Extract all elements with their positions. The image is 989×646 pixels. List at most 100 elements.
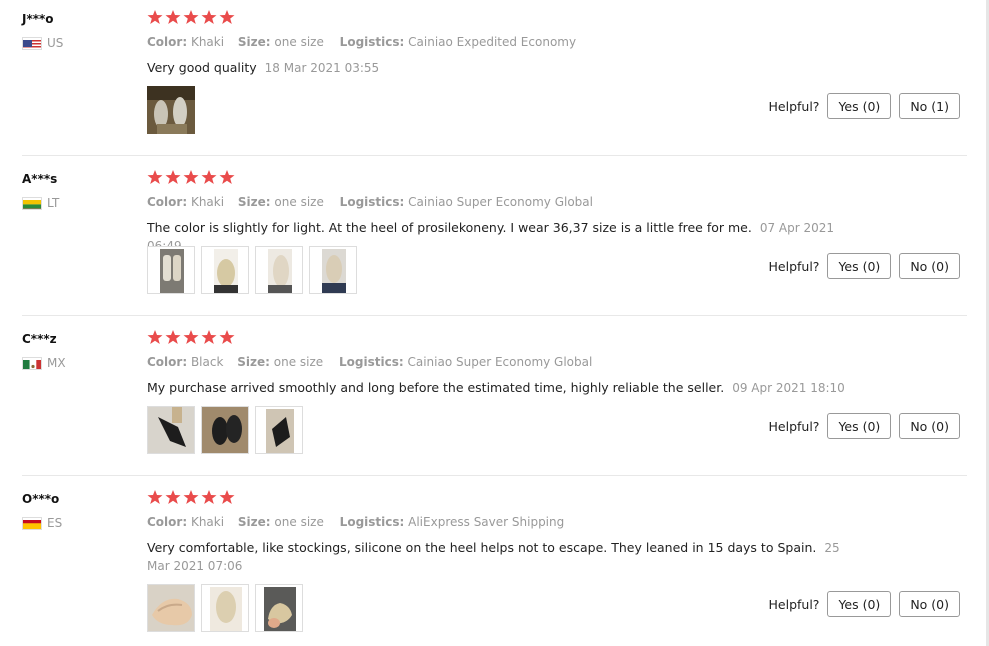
star-icon (183, 10, 199, 24)
comment-text: The color is slightly for light. At the … (147, 220, 752, 235)
size-value: one size (274, 515, 324, 529)
review-comment: My purchase arrived smoothly and long be… (147, 379, 847, 397)
logistics-key: Logistics: (339, 35, 405, 49)
reviewer-country: MX (22, 356, 66, 370)
comment-text: Very good quality (147, 60, 257, 75)
review-photo-thumbnail[interactable] (147, 86, 195, 134)
es-flag-icon (22, 516, 42, 530)
logistics-value: AliExpress Saver Shipping (408, 515, 565, 529)
rating-stars (147, 169, 235, 185)
review-comment: Very good quality 18 Mar 2021 03:55 (147, 59, 847, 77)
review-photos (147, 86, 195, 134)
review-date: 18 Mar 2021 03:55 (264, 61, 380, 75)
lt-flag-icon (22, 196, 42, 210)
review-divider (22, 155, 967, 156)
star-icon (201, 330, 217, 344)
logistics-value: Cainiao Super Economy Global (407, 355, 593, 369)
helpful-no-button[interactable]: No (0) (899, 253, 960, 279)
review-photos (147, 406, 303, 454)
rating-stars (147, 329, 235, 345)
reviewer-country: US (22, 36, 63, 50)
size-key: Size: (237, 195, 271, 209)
star-icon (165, 490, 181, 504)
review-photo-thumbnail[interactable] (255, 584, 303, 632)
country-code: ES (47, 516, 63, 530)
helpful-yes-button[interactable]: Yes (0) (827, 591, 892, 617)
review-specs: Color: Khaki Size: one size Logistics: C… (147, 35, 576, 49)
review-item: O***o ES Color: Khaki Size: one size Log… (0, 480, 989, 640)
reviewer-country: LT (22, 196, 59, 210)
helpful-controls: Helpful? Yes (0) No (0) (769, 413, 960, 439)
mx-flag-icon (22, 356, 42, 370)
review-photo-thumbnail[interactable] (147, 246, 195, 294)
size-key: Size: (237, 515, 271, 529)
color-value: Khaki (190, 515, 225, 529)
star-icon (165, 330, 181, 344)
review-photo-thumbnail[interactable] (201, 246, 249, 294)
review-photo-thumbnail[interactable] (147, 584, 195, 632)
size-value: one size (274, 195, 324, 209)
country-code: US (47, 36, 64, 50)
review-item: A***s LT Color: Khaki Size: one size Log… (0, 160, 989, 320)
size-value: one size (273, 355, 324, 369)
country-code: LT (47, 196, 60, 210)
review-date: 09 Apr 2021 18:10 (732, 381, 845, 395)
review-divider (22, 475, 967, 476)
review-photo-thumbnail[interactable] (309, 246, 357, 294)
comment-text: My purchase arrived smoothly and long be… (147, 380, 725, 395)
helpful-controls: Helpful? Yes (0) No (0) (769, 253, 960, 279)
review-photo-thumbnail[interactable] (147, 406, 195, 454)
star-icon (219, 330, 235, 344)
star-icon (219, 170, 235, 184)
star-icon (201, 10, 217, 24)
color-key: Color: (147, 355, 188, 369)
helpful-label: Helpful? (768, 418, 820, 434)
review-photo-thumbnail[interactable] (201, 406, 249, 454)
review-photo-thumbnail[interactable] (255, 246, 303, 294)
star-icon (165, 170, 181, 184)
us-flag-icon (22, 36, 42, 50)
color-value: Khaki (190, 195, 225, 209)
star-icon (219, 490, 235, 504)
reviewer-name: J***o (22, 12, 54, 26)
helpful-controls: Helpful? Yes (0) No (0) (769, 591, 960, 617)
helpful-yes-button[interactable]: Yes (0) (827, 93, 892, 119)
review-comment: Very comfortable, like stockings, silico… (147, 539, 847, 575)
star-icon (201, 170, 217, 184)
star-icon (147, 10, 163, 24)
helpful-no-button[interactable]: No (1) (899, 93, 960, 119)
comment-text: Very comfortable, like stockings, silico… (147, 540, 817, 555)
review-photos (147, 584, 303, 632)
logistics-value: Cainiao Expedited Economy (408, 35, 577, 49)
review-item: C***z MX Color: Black Size: one size Log… (0, 320, 989, 480)
size-key: Size: (237, 355, 270, 369)
color-key: Color: (147, 515, 188, 529)
logistics-key: Logistics: (339, 515, 405, 529)
star-icon (219, 10, 235, 24)
helpful-no-button[interactable]: No (0) (899, 413, 960, 439)
review-specs: Color: Khaki Size: one size Logistics: A… (147, 515, 564, 529)
color-value: Black (190, 355, 224, 369)
color-key: Color: (147, 195, 188, 209)
helpful-no-button[interactable]: No (0) (899, 591, 960, 617)
logistics-value: Cainiao Super Economy Global (408, 195, 593, 209)
rating-stars (147, 489, 235, 505)
star-icon (147, 330, 163, 344)
star-icon (183, 490, 199, 504)
star-icon (183, 170, 199, 184)
helpful-label: Helpful? (768, 596, 820, 612)
star-icon (165, 10, 181, 24)
reviewer-name: C***z (22, 332, 57, 346)
helpful-label: Helpful? (768, 98, 820, 114)
review-item: J***o US Color: Khaki Size: one size Log… (0, 0, 989, 160)
review-divider (22, 315, 967, 316)
review-photo-thumbnail[interactable] (201, 584, 249, 632)
reviewer-name: A***s (22, 172, 58, 186)
reviewer-name: O***o (22, 492, 60, 506)
review-specs: Color: Black Size: one size Logistics: C… (147, 355, 592, 369)
helpful-yes-button[interactable]: Yes (0) (827, 413, 892, 439)
review-photo-thumbnail[interactable] (255, 406, 303, 454)
star-icon (147, 490, 163, 504)
helpful-yes-button[interactable]: Yes (0) (827, 253, 892, 279)
size-key: Size: (237, 35, 271, 49)
